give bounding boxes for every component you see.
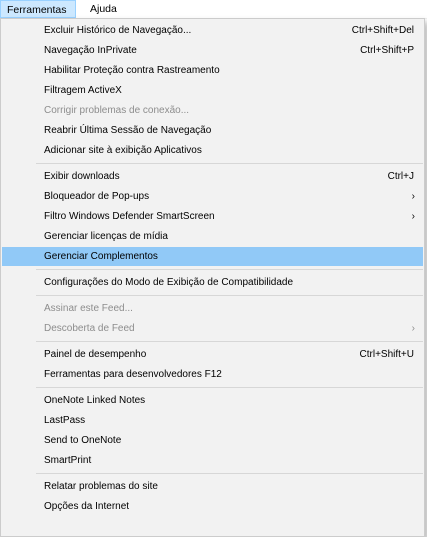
menu-item-label: Navegação InPrivate (44, 45, 137, 56)
menu-ferramentas-label: Ferramentas (7, 4, 67, 16)
menu-item-shortcut: Ctrl+Shift+P (360, 45, 414, 56)
menu-item-label: Adicionar site à exibição Aplicativos (44, 145, 202, 156)
submenu-arrow-icon: › (411, 211, 415, 222)
menu-item-smartscreen[interactable]: Filtro Windows Defender SmartScreen › (2, 207, 423, 226)
menu-item-label: Habilitar Proteção contra Rastreamento (44, 65, 220, 76)
menu-item-excluir-historico[interactable]: Excluir Histórico de Navegação... Ctrl+S… (2, 21, 423, 40)
menu-item-protecao-rastreamento[interactable]: Habilitar Proteção contra Rastreamento (2, 61, 423, 80)
menu-item-exibir-downloads[interactable]: Exibir downloads Ctrl+J (2, 167, 423, 186)
menu-item-onenote-linked-notes[interactable]: OneNote Linked Notes (2, 391, 423, 410)
menu-item-relatar-problemas[interactable]: Relatar problemas do site (2, 477, 423, 496)
menu-item-descoberta-feed: Descoberta de Feed › (2, 319, 423, 338)
menu-item-corrigir-conexao: Corrigir problemas de conexão... (2, 101, 423, 120)
menu-item-adicionar-aplicativos[interactable]: Adicionar site à exibição Aplicativos (2, 141, 423, 160)
submenu-arrow-icon: › (411, 323, 415, 334)
menu-item-navegacao-inprivate[interactable]: Navegação InPrivate Ctrl+Shift+P (2, 41, 423, 60)
menu-item-label: Bloqueador de Pop-ups (44, 191, 150, 202)
menu-separator (36, 387, 423, 388)
menu-item-label: Descoberta de Feed (44, 323, 135, 334)
menu-separator (36, 269, 423, 270)
menu-item-label: Gerenciar licenças de mídia (44, 231, 168, 242)
menu-separator (36, 163, 423, 164)
menu-item-label: Reabrir Última Sessão de Navegação (44, 125, 212, 136)
menu-item-label: LastPass (44, 415, 86, 426)
menu-item-opcoes-internet[interactable]: Opções da Internet (2, 497, 423, 516)
menu-item-label: Excluir Histórico de Navegação... (44, 25, 192, 36)
menu-item-label: OneNote Linked Notes (44, 395, 146, 406)
menu-item-filtragem-activex[interactable]: Filtragem ActiveX (2, 81, 423, 100)
submenu-arrow-icon: › (411, 191, 415, 202)
menu-item-shortcut: Ctrl+Shift+Del (351, 25, 414, 36)
menu-item-licencas-midia[interactable]: Gerenciar licenças de mídia (2, 227, 423, 246)
menu-separator (36, 341, 423, 342)
menu-item-gerenciar-complementos[interactable]: Gerenciar Complementos (2, 247, 423, 266)
menu-item-label: Filtro Windows Defender SmartScreen (44, 211, 215, 222)
menu-item-bloqueador-popups[interactable]: Bloqueador de Pop-ups › (2, 187, 423, 206)
menu-item-label: Configurações do Modo de Exibição de Com… (44, 277, 294, 288)
menu-bar: Ferramentas Ajuda (0, 0, 427, 19)
menu-item-label: Painel de desempenho (44, 349, 147, 360)
ie-window: Ferramentas Ajuda Excluir Histórico de N… (0, 0, 427, 537)
menu-item-lastpass[interactable]: LastPass (2, 411, 423, 430)
menu-item-label: Exibir downloads (44, 171, 120, 182)
menu-item-shortcut: Ctrl+Shift+U (359, 349, 414, 360)
menu-item-smartprint[interactable]: SmartPrint (2, 451, 423, 470)
menu-item-send-to-onenote[interactable]: Send to OneNote (2, 431, 423, 450)
menu-item-label: Opções da Internet (44, 501, 130, 512)
menu-item-label: Relatar problemas do site (44, 481, 158, 492)
menu-ajuda[interactable]: Ajuda (84, 0, 123, 18)
menu-separator (36, 473, 423, 474)
menu-item-reabrir-sessao[interactable]: Reabrir Última Sessão de Navegação (2, 121, 423, 140)
menu-ferramentas[interactable]: Ferramentas (0, 0, 76, 18)
tools-dropdown-menu: Excluir Histórico de Navegação... Ctrl+S… (0, 18, 425, 537)
menu-item-label: SmartPrint (44, 455, 92, 466)
menu-item-label: Filtragem ActiveX (44, 85, 122, 96)
menu-item-compatibilidade[interactable]: Configurações do Modo de Exibição de Com… (2, 273, 423, 292)
menu-item-label: Assinar este Feed... (44, 303, 133, 314)
menu-item-assinar-feed: Assinar este Feed... (2, 299, 423, 318)
menu-item-label: Send to OneNote (44, 435, 122, 446)
menu-item-label: Ferramentas para desenvolvedores F12 (44, 369, 222, 380)
menu-item-label: Gerenciar Complementos (44, 251, 158, 262)
menu-ajuda-label: Ajuda (90, 3, 117, 15)
menu-item-ferramentas-f12[interactable]: Ferramentas para desenvolvedores F12 (2, 365, 423, 384)
menu-item-shortcut: Ctrl+J (387, 171, 414, 182)
menu-item-painel-desempenho[interactable]: Painel de desempenho Ctrl+Shift+U (2, 345, 423, 364)
menu-item-label: Corrigir problemas de conexão... (44, 105, 190, 116)
menu-separator (36, 295, 423, 296)
